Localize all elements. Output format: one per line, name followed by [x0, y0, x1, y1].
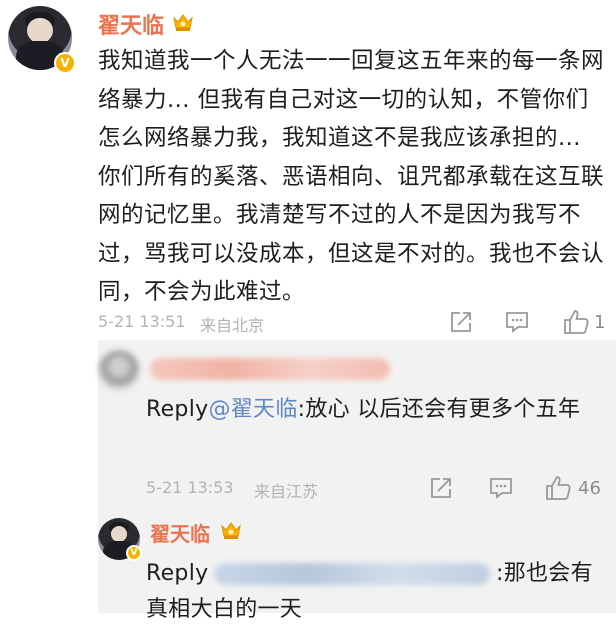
author-name[interactable]: 翟天临 — [98, 8, 164, 40]
verified-badge-icon: V — [126, 545, 142, 561]
verified-badge-icon: V — [54, 52, 76, 74]
share-icon[interactable] — [428, 476, 454, 500]
thumbs-up-icon[interactable] — [544, 475, 572, 501]
reply-author-name — [150, 358, 390, 380]
comment-icon[interactable] — [504, 310, 530, 334]
like-count: 46 — [578, 478, 601, 499]
post-timestamp: 5-21 13:51 — [98, 312, 186, 331]
reply-text: :放心 以后还会有更多个五年 — [297, 397, 581, 422]
reply-body: Reply@翟天临:放心 以后还会有更多个五年 — [146, 392, 606, 428]
share-icon[interactable] — [448, 310, 474, 334]
reply-timestamp: 5-21 13:53 — [146, 478, 234, 497]
divider — [98, 508, 616, 509]
reply-location: 来自江苏 — [254, 482, 319, 501]
comment-icon[interactable] — [488, 476, 514, 500]
reply-prefix: Reply — [146, 397, 209, 422]
post-location: 来自北京 — [200, 316, 265, 335]
crown-badge-icon — [221, 522, 241, 539]
mention-link[interactable]: @翟天临 — [208, 397, 297, 422]
crown-badge-icon — [173, 14, 193, 31]
reply-author-name[interactable]: 翟天临 — [150, 518, 210, 547]
thumbs-up-icon[interactable] — [562, 309, 590, 335]
reply-text: :那也会有真相大白的一天 — [146, 561, 593, 622]
like-count: 1 — [594, 312, 606, 333]
avatar-face — [27, 17, 53, 44]
avatar[interactable] — [98, 350, 140, 392]
post-body: 我知道我一个人无法一一回复这五年来的每一条网络暴力... 但我有自己对这一切的认… — [98, 48, 605, 305]
